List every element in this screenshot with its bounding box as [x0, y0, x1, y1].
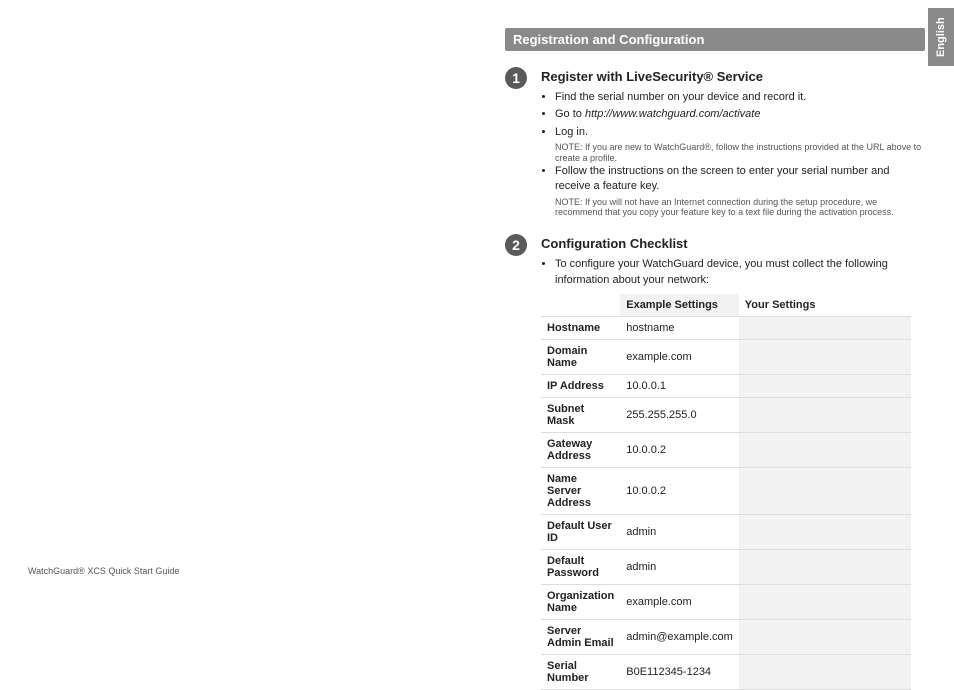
- table-row: Serial NumberB0E112345-1234: [541, 654, 911, 689]
- table-row: IP Address10.0.0.1: [541, 374, 911, 397]
- row-example: 255.255.255.0: [620, 397, 739, 432]
- row-example: admin: [620, 549, 739, 584]
- row-your-settings[interactable]: [739, 374, 911, 397]
- bullet-item: Follow the instructions on the screen to…: [555, 164, 925, 195]
- row-your-settings[interactable]: [739, 584, 911, 619]
- step-2-intro: To configure your WatchGuard device, you…: [555, 257, 925, 288]
- step-2: 2 Configuration Checklist To configure y…: [505, 236, 925, 690]
- step-1-body: Register with LiveSecurity® Service Find…: [541, 69, 925, 218]
- row-example: example.com: [620, 584, 739, 619]
- row-your-settings[interactable]: [739, 514, 911, 549]
- row-label: Name Server Address: [541, 467, 620, 514]
- note-text: NOTE: If you are new to WatchGuard®, fol…: [555, 142, 925, 164]
- table-row: Domain Nameexample.com: [541, 339, 911, 374]
- table-row: Gateway Address10.0.0.2: [541, 432, 911, 467]
- bullet-item: Log in.: [555, 125, 925, 140]
- row-your-settings[interactable]: [739, 619, 911, 654]
- bullet-prefix: Go to: [555, 108, 585, 120]
- step-1-title: Register with LiveSecurity® Service: [541, 69, 925, 84]
- row-example: admin@example.com: [620, 619, 739, 654]
- table-row: Hostnamehostname: [541, 316, 911, 339]
- row-label: Serial Number: [541, 654, 620, 689]
- row-label: Server Admin Email: [541, 619, 620, 654]
- step-1: 1 Register with LiveSecurity® Service Fi…: [505, 69, 925, 218]
- row-label: Hostname: [541, 316, 620, 339]
- row-your-settings[interactable]: [739, 316, 911, 339]
- row-your-settings[interactable]: [739, 397, 911, 432]
- th-your: Your Settings: [739, 294, 911, 317]
- main-content: Registration and Configuration 1 Registe…: [505, 28, 925, 690]
- row-label: Subnet Mask: [541, 397, 620, 432]
- row-example: B0E112345-1234: [620, 654, 739, 689]
- row-label: Domain Name: [541, 339, 620, 374]
- step-1-bullets: Find the serial number on your device an…: [541, 90, 925, 140]
- language-tab: English: [928, 8, 954, 66]
- row-label: Default User ID: [541, 514, 620, 549]
- row-label: Gateway Address: [541, 432, 620, 467]
- table-row: Subnet Mask255.255.255.0: [541, 397, 911, 432]
- step-2-body: Configuration Checklist To configure you…: [541, 236, 925, 690]
- table-row: Server Admin Emailadmin@example.com: [541, 619, 911, 654]
- row-your-settings[interactable]: [739, 467, 911, 514]
- table-row: Default User IDadmin: [541, 514, 911, 549]
- row-example: admin: [620, 514, 739, 549]
- table-body: HostnamehostnameDomain Nameexample.comIP…: [541, 316, 911, 689]
- table-row: Default Passwordadmin: [541, 549, 911, 584]
- row-label: Organization Name: [541, 584, 620, 619]
- row-your-settings[interactable]: [739, 432, 911, 467]
- section-header: Registration and Configuration: [505, 28, 925, 51]
- table-row: Organization Nameexample.com: [541, 584, 911, 619]
- configuration-table: Example Settings Your Settings Hostnameh…: [541, 294, 911, 690]
- row-label: Default Password: [541, 549, 620, 584]
- row-your-settings[interactable]: [739, 339, 911, 374]
- note-text: NOTE: If you will not have an Internet c…: [555, 197, 925, 219]
- row-your-settings[interactable]: [739, 549, 911, 584]
- activate-url: http://www.watchguard.com/activate: [585, 108, 760, 120]
- row-example: 10.0.0.2: [620, 467, 739, 514]
- step-2-title: Configuration Checklist: [541, 236, 925, 251]
- row-example: example.com: [620, 339, 739, 374]
- footer-text: WatchGuard® XCS Quick Start Guide: [28, 566, 179, 576]
- step-1-bullets-cont: Follow the instructions on the screen to…: [541, 164, 925, 195]
- th-blank: [541, 294, 620, 317]
- row-example: 10.0.0.2: [620, 432, 739, 467]
- row-example: 10.0.0.1: [620, 374, 739, 397]
- step-number-icon: 2: [505, 234, 527, 256]
- step-number-icon: 1: [505, 67, 527, 89]
- bullet-item: Find the serial number on your device an…: [555, 90, 925, 105]
- row-example: hostname: [620, 316, 739, 339]
- step-2-bullets: To configure your WatchGuard device, you…: [541, 257, 925, 288]
- table-row: Name Server Address10.0.0.2: [541, 467, 911, 514]
- th-example: Example Settings: [620, 294, 739, 317]
- bullet-item: Go to http://www.watchguard.com/activate: [555, 107, 925, 122]
- row-label: IP Address: [541, 374, 620, 397]
- row-your-settings[interactable]: [739, 654, 911, 689]
